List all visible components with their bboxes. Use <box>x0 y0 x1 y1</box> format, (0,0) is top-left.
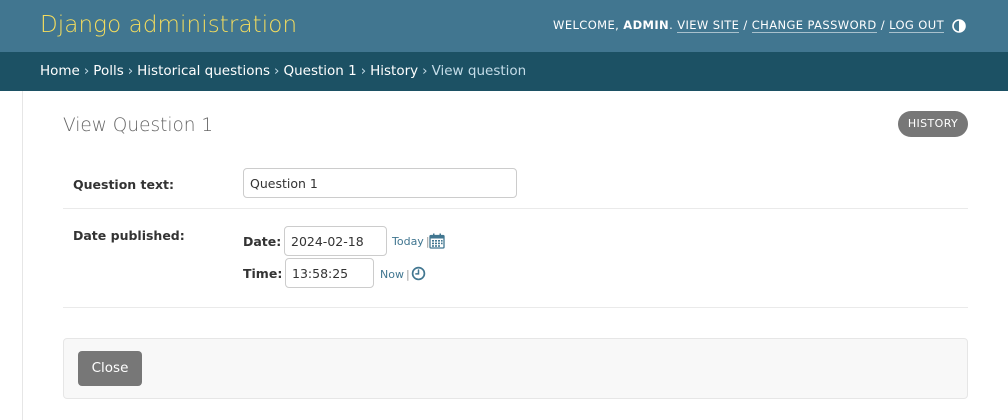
question-text-label: Question text: <box>73 177 175 192</box>
breadcrumb-history[interactable]: History <box>370 63 418 79</box>
link-separator: / <box>880 18 886 32</box>
username: admin <box>623 18 670 32</box>
field-divider <box>63 307 968 308</box>
time-input[interactable] <box>285 258 374 288</box>
history-button[interactable]: History <box>898 111 968 137</box>
question-text-input[interactable] <box>243 168 517 198</box>
date-input[interactable] <box>284 226 387 256</box>
date-label: Date: <box>243 234 282 249</box>
date-published-label: Date published: <box>73 228 185 243</box>
field-divider <box>63 208 968 209</box>
breadcrumb-separator: › <box>360 63 367 79</box>
now-link[interactable]: Now <box>380 268 404 281</box>
sidebar-divider <box>22 91 23 420</box>
breadcrumb-question-1[interactable]: Question 1 <box>283 63 356 79</box>
username-separator: . <box>669 18 674 32</box>
breadcrumb-separator: › <box>83 63 90 79</box>
log-out-link[interactable]: Log out <box>889 18 944 33</box>
page-title: View Question 1 <box>63 115 214 136</box>
date-shortcuts: Today | <box>392 235 432 248</box>
breadcrumb-separator: › <box>274 63 280 79</box>
breadcrumb: Home › Polls › Historical questions › Question… <box>0 52 1008 91</box>
calendar-icon[interactable] <box>429 233 445 249</box>
close-button[interactable]: Close <box>78 351 142 386</box>
site-branding[interactable]: Django administration <box>40 12 297 38</box>
breadcrumb-current: View question <box>431 63 527 79</box>
link-separator: / <box>743 18 748 32</box>
view-site-link[interactable]: View site <box>677 18 740 33</box>
submit-row: Close <box>63 338 968 399</box>
site-header: Django administration Welcome, admin. Vi… <box>0 0 1008 52</box>
clock-icon[interactable] <box>411 266 426 281</box>
time-label: Time: <box>243 266 283 281</box>
breadcrumb-home[interactable]: Home <box>40 63 80 79</box>
breadcrumb-polls[interactable]: Polls <box>93 63 123 79</box>
change-password-link[interactable]: Change password <box>751 18 877 33</box>
user-tools: Welcome, admin. View site / Change passw… <box>553 18 944 33</box>
breadcrumb-separator: › <box>422 63 428 79</box>
breadcrumb-historical-questions[interactable]: Historical questions <box>137 63 270 79</box>
breadcrumb-separator: › <box>127 63 134 79</box>
shortcut-separator: | <box>405 268 410 281</box>
theme-toggle-icon[interactable] <box>952 19 966 33</box>
time-shortcuts: Now | <box>380 268 412 281</box>
today-link[interactable]: Today <box>392 235 424 248</box>
welcome-text: Welcome, <box>553 18 620 32</box>
